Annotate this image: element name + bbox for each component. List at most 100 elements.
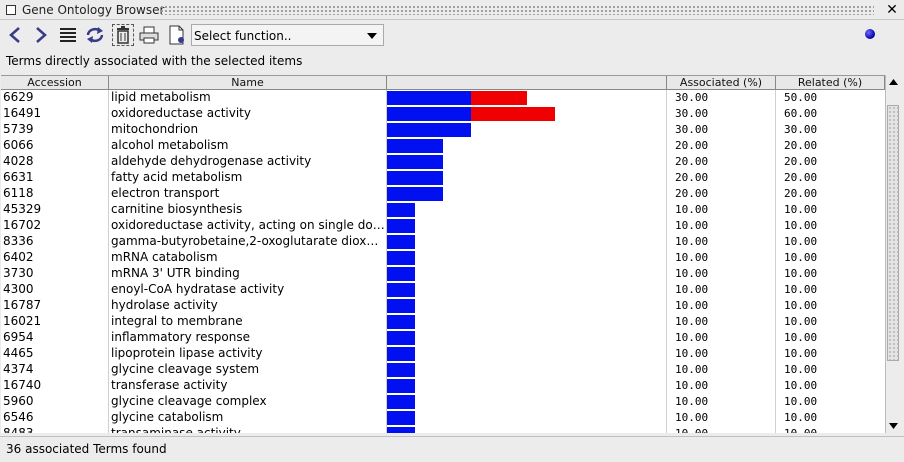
table-row[interactable]: 4300 enoyl-CoA hydratase activity 10.00 10.…	[1, 282, 885, 298]
accession-cell: 16021	[3, 314, 42, 328]
scroll-down-button[interactable]	[886, 419, 901, 433]
accession-cell: 45329	[3, 202, 42, 216]
table-row[interactable]: 6402 mRNA catabolism 10.00 10.00	[1, 250, 885, 266]
accession-cell: 6402	[3, 250, 34, 264]
associated-cell: 10.00	[675, 219, 709, 232]
table-row[interactable]: 16491 oxidoreductase activity 30.00 60.00	[1, 106, 885, 122]
name-cell: hydrolase activity	[111, 298, 218, 312]
accession-cell: 4374	[3, 362, 34, 376]
table-row[interactable]: 5960 glycine cleavage complex 10.00 10.00	[1, 394, 885, 410]
associated-cell: 10.00	[675, 299, 709, 312]
related-cell: 60.00	[784, 107, 818, 120]
table-row[interactable]: 6546 glycine catabolism 10.00 10.00	[1, 410, 885, 426]
associated-cell: 20.00	[675, 155, 709, 168]
related-cell: 10.00	[784, 267, 818, 280]
related-cell: 10.00	[784, 235, 818, 248]
status-indicator-icon	[865, 29, 875, 39]
table-row[interactable]: 3730 mRNA 3' UTR binding 10.00 10.00	[1, 266, 885, 282]
table-row[interactable]: 16740 transferase activity 10.00 10.00	[1, 378, 885, 394]
related-cell: 20.00	[784, 187, 818, 200]
accession-cell: 6546	[3, 410, 34, 424]
accession-cell: 4028	[3, 154, 34, 168]
name-cell: lipid metabolism	[111, 90, 211, 104]
associated-cell: 10.00	[675, 347, 709, 360]
accession-cell: 6954	[3, 330, 34, 344]
table-row[interactable]: 45329 carnitine biosynthesis 10.00 10.00	[1, 202, 885, 218]
related-cell: 10.00	[784, 426, 882, 433]
associated-cell: 10.00	[675, 426, 773, 433]
header-related[interactable]: Related (%)	[776, 76, 885, 90]
export-button[interactable]	[166, 24, 188, 46]
delete-button[interactable]	[112, 24, 134, 46]
name-cell: electron transport	[111, 186, 220, 200]
related-bar	[471, 107, 555, 121]
table-row[interactable]: 16702 oxidoreductase activity, acting on …	[1, 218, 885, 234]
associated-cell: 10.00	[675, 251, 709, 264]
scroll-up-button[interactable]	[886, 75, 901, 89]
related-cell: 10.00	[784, 411, 818, 424]
header-name[interactable]: Name	[109, 76, 387, 90]
name-cell: glycine cleavage complex	[111, 394, 267, 408]
title-bar-grip[interactable]	[160, 5, 874, 15]
name-cell: transaminase activity	[111, 426, 241, 433]
window-menu-icon[interactable]	[6, 5, 16, 15]
toolbar	[0, 20, 904, 51]
associated-cell: 30.00	[675, 107, 709, 120]
header-accession[interactable]: Accession	[1, 76, 109, 90]
name-cell: alcohol metabolism	[111, 138, 229, 152]
name-cell: fatty acid metabolism	[111, 170, 243, 184]
table-row[interactable]: 4465 lipoprotein lipase activity 10.00 10.0…	[1, 346, 885, 362]
list-view-button[interactable]	[57, 24, 79, 46]
table-row[interactable]: 6631 fatty acid metabolism 20.00 20.00	[1, 170, 885, 186]
table-row[interactable]: 8483 transaminase activity 10.00 10.00	[1, 426, 885, 433]
associated-bar	[387, 187, 443, 201]
forward-icon	[36, 27, 47, 43]
header-associated[interactable]: Associated (%)	[667, 76, 776, 90]
associated-bar	[387, 283, 415, 297]
back-icon	[9, 27, 20, 43]
associated-cell: 10.00	[675, 331, 709, 344]
print-icon	[139, 26, 159, 44]
table-row[interactable]: 5739 mitochondrion 30.00 30.00	[1, 122, 885, 138]
associated-cell: 30.00	[675, 91, 709, 104]
accession-cell: 4300	[3, 282, 34, 296]
associated-bar	[387, 299, 415, 313]
table-row[interactable]: 6629 lipid metabolism 30.00 50.00	[1, 90, 885, 106]
vertical-scrollbar[interactable]	[885, 75, 900, 433]
name-cell: lipoprotein lipase activity	[111, 346, 263, 360]
table-row[interactable]: 8336 gamma-butyrobetaine,2-oxoglutarate d…	[1, 234, 885, 250]
name-cell: integral to membrane	[111, 314, 243, 328]
associated-bar	[387, 235, 415, 249]
related-bar	[471, 91, 527, 105]
scrollbar-thumb[interactable]	[887, 105, 899, 361]
table-row[interactable]: 4028 aldehyde dehydrogenase activity 20.00…	[1, 154, 885, 170]
table-row[interactable]: 6954 inflammatory response 10.00 10.00	[1, 330, 885, 346]
close-button[interactable]: ✕	[884, 2, 900, 18]
associated-bar	[387, 267, 415, 281]
table-row[interactable]: 16021 integral to membrane 10.00 10.00	[1, 314, 885, 330]
related-cell: 30.00	[784, 123, 818, 136]
name-cell: mitochondrion	[111, 122, 199, 136]
header-bar[interactable]	[387, 76, 667, 90]
accession-cell: 16740	[3, 378, 42, 392]
name-cell: enoyl-CoA hydratase activity	[111, 282, 285, 296]
status-text: 36 associated Terms found	[6, 442, 167, 456]
status-bar: 36 associated Terms found	[0, 436, 904, 462]
trash-icon	[117, 26, 129, 44]
name-cell: carnitine biosynthesis	[111, 202, 243, 216]
table-row[interactable]: 6066 alcohol metabolism 20.00 20.00	[1, 138, 885, 154]
associated-bar	[387, 139, 443, 153]
table-row[interactable]: 4374 glycine cleavage system 10.00 10.00	[1, 362, 885, 378]
table-row[interactable]: 6118 electron transport 20.00 20.00	[1, 186, 885, 202]
function-select[interactable]: Select function..	[191, 24, 384, 46]
table-row[interactable]: 16787 hydrolase activity 10.00 10.00	[1, 298, 885, 314]
name-cell: mRNA catabolism	[111, 250, 218, 264]
refresh-button[interactable]	[84, 24, 106, 46]
print-button[interactable]	[138, 24, 160, 46]
accession-cell: 8483	[3, 426, 34, 433]
forward-button[interactable]	[30, 24, 52, 46]
arrow-down-icon	[889, 423, 898, 429]
back-button[interactable]	[4, 24, 26, 46]
section-label: Terms directly associated with the selec…	[6, 54, 303, 68]
related-cell: 20.00	[784, 155, 818, 168]
